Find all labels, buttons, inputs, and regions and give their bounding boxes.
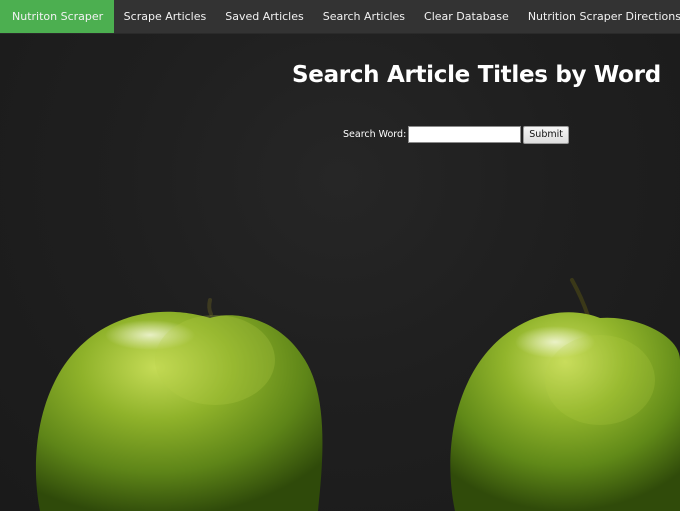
search-form: Search Word: Submit — [343, 125, 569, 144]
search-word-label: Search Word: — [343, 129, 407, 140]
nav-saved-articles[interactable]: Saved Articles — [216, 0, 314, 33]
nav-directions[interactable]: Nutrition Scraper Directions — [518, 0, 680, 33]
right-apple — [450, 278, 680, 511]
nav-search-articles[interactable]: Search Articles — [313, 0, 414, 33]
page: Nutriton Scraper Scrape Articles Saved A… — [0, 0, 680, 511]
top-navbar: Nutriton Scraper Scrape Articles Saved A… — [0, 0, 680, 34]
nav-scrape-articles[interactable]: Scrape Articles — [114, 0, 216, 33]
submit-button[interactable]: Submit — [523, 125, 569, 144]
nav-clear-database[interactable]: Clear Database — [415, 0, 519, 33]
left-apple — [35, 298, 323, 511]
search-word-input[interactable] — [408, 126, 522, 143]
nav-home-brand[interactable]: Nutriton Scraper — [0, 0, 115, 33]
page-title: Search Article Titles by Word — [292, 62, 661, 88]
